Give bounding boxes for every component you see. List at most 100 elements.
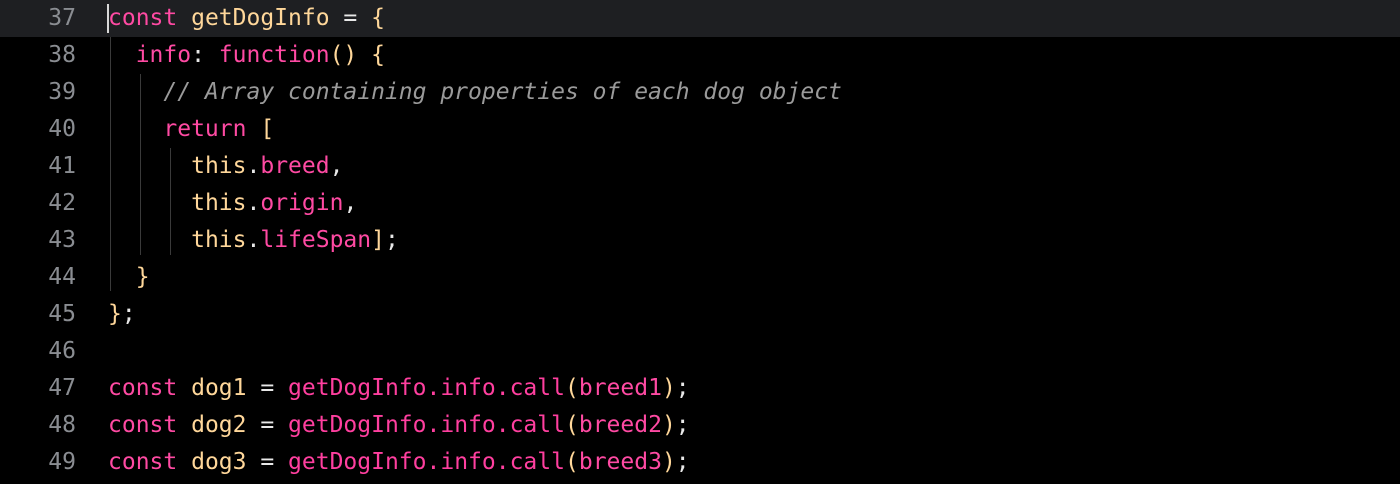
code-text: } [108, 259, 150, 296]
code-token: this [191, 227, 247, 253]
code-token: ] [371, 227, 385, 253]
code-token: getDogInfo [191, 5, 330, 31]
code-text: // Array containing properties of each d… [108, 74, 842, 111]
code-text: }; [108, 296, 136, 333]
code-token: ) [661, 449, 676, 475]
code-token: , [343, 190, 358, 216]
code-token: lifeSpan [260, 227, 372, 253]
code-token: [ [260, 116, 275, 142]
code-text: const dog2 = getDogInfo.info.call(breed2… [108, 407, 690, 444]
code-line[interactable]: 38 info: function() { [0, 37, 1400, 74]
code-token: const [108, 375, 192, 401]
code-line[interactable]: 49 const dog3 = getDogInfo.info.call(bree… [0, 444, 1400, 481]
line-number: 45 [48, 301, 76, 327]
line-number: 41 [48, 153, 76, 179]
code-token: . [246, 227, 261, 253]
code-token: function [218, 42, 330, 68]
code-text: this.breed, [108, 148, 343, 185]
code-line[interactable]: 39 // Array containing properties of eac… [0, 74, 1400, 111]
code-text: const dog3 = getDogInfo.info.call(breed3… [108, 444, 690, 481]
code-token: = [329, 5, 372, 31]
code-line[interactable]: 40 return [ [0, 111, 1400, 148]
code-token: breed [260, 153, 330, 179]
line-number: 40 [48, 116, 76, 142]
code-token: ) [661, 375, 676, 401]
text-cursor [107, 4, 109, 33]
code-line[interactable]: 37 const getDogInfo = { [0, 0, 1400, 37]
code-text: return [ [108, 111, 274, 148]
code-token: return [163, 116, 247, 142]
code-token: ; [675, 449, 690, 475]
code-token: dog2 [191, 412, 247, 438]
code-token: } [135, 264, 150, 290]
code-token: ; [675, 375, 690, 401]
line-number: 49 [48, 449, 76, 475]
code-token: const [108, 449, 192, 475]
code-token: ) [661, 412, 676, 438]
code-line[interactable]: 48 const dog2 = getDogInfo.info.call(bree… [0, 407, 1400, 444]
code-token: getDogInfo.info.call [288, 449, 565, 475]
code-token: () { [329, 42, 385, 68]
code-line[interactable]: 47 const dog1 = getDogInfo.info.call(bree… [0, 370, 1400, 407]
code-text: info: function() { [108, 37, 385, 74]
code-token: this [191, 153, 247, 179]
code-line[interactable]: 45}; [0, 296, 1400, 333]
code-token: . [246, 190, 261, 216]
code-token: this [191, 190, 247, 216]
line-number: 43 [48, 227, 76, 253]
code-token: ( [564, 412, 579, 438]
code-token: getDogInfo.info.call [288, 412, 565, 438]
code-token: = [246, 449, 289, 475]
code-token: , [329, 153, 344, 179]
line-number: 46 [48, 338, 76, 364]
code-token: ( [564, 449, 579, 475]
code-line[interactable]: 46 [0, 333, 1400, 370]
code-line[interactable]: 43 this.lifeSpan]; [0, 222, 1400, 259]
line-number: 47 [48, 375, 76, 401]
code-text: this.origin, [108, 185, 357, 222]
line-number: 42 [48, 190, 76, 216]
code-token: } [108, 301, 122, 327]
code-token: = [246, 375, 289, 401]
code-line[interactable]: 44 } [0, 259, 1400, 296]
code-token: ; [384, 227, 399, 253]
code-token: breed1 [578, 375, 662, 401]
code-token: ; [121, 301, 136, 327]
code-token: // Array containing properties of each d… [163, 79, 842, 105]
code-token: const [108, 412, 192, 438]
line-number: 48 [48, 412, 76, 438]
code-token: dog1 [191, 375, 247, 401]
code-token: { [371, 5, 385, 31]
code-token: const [108, 5, 192, 31]
code-token: = [246, 412, 289, 438]
code-text: const getDogInfo = { [108, 0, 385, 37]
code-token: getDogInfo.info.call [288, 375, 565, 401]
code-token: ; [675, 412, 690, 438]
code-token: ( [564, 375, 579, 401]
indent-guide [170, 148, 171, 255]
code-text: this.lifeSpan]; [108, 222, 399, 259]
line-number: 38 [48, 42, 76, 68]
code-token: breed2 [578, 412, 662, 438]
code-token: . [246, 153, 261, 179]
code-text: const dog1 = getDogInfo.info.call(breed1… [108, 370, 690, 407]
code-token: origin [260, 190, 344, 216]
indent-guide [140, 74, 141, 255]
code-token: breed3 [578, 449, 662, 475]
code-token: : [191, 42, 219, 68]
line-number: 44 [48, 264, 76, 290]
code-line[interactable]: 42 this.origin, [0, 185, 1400, 222]
code-line[interactable]: 41 this.breed, [0, 148, 1400, 185]
code-token: dog3 [191, 449, 247, 475]
line-number: 37 [48, 5, 76, 31]
code-editor[interactable]: 49 const dog3 = getDogInfo.info.call(bree… [0, 0, 1400, 484]
line-number: 39 [48, 79, 76, 105]
